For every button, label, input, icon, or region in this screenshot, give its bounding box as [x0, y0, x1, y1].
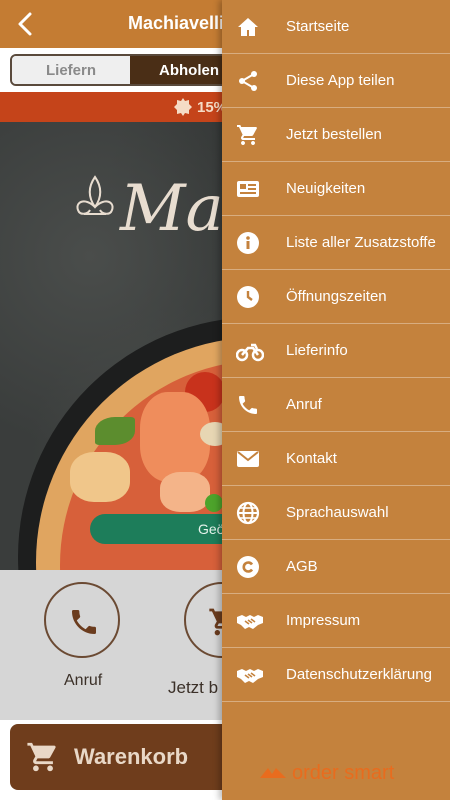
- menu-item-impressum[interactable]: Impressum: [222, 594, 450, 648]
- menu-item-share[interactable]: Diese App teilen: [222, 54, 450, 108]
- clock-icon: [237, 286, 259, 308]
- navigation-drawer: Startseite Diese App teilen Jetzt bestel…: [222, 0, 450, 800]
- brand-text: order smart: [292, 762, 395, 784]
- motorcycle-icon: [236, 343, 264, 362]
- brand-logo: order smart: [258, 762, 394, 785]
- cart-icon: [237, 125, 257, 145]
- info-icon: [237, 232, 259, 254]
- share-icon: [239, 71, 257, 91]
- menu-item-label: AGB: [286, 558, 318, 575]
- menu-item-label: Sprachauswahl: [286, 504, 389, 521]
- menu-item-startseite[interactable]: Startseite: [222, 0, 450, 54]
- menu-item-label: Liste aller Zusatzstoffe: [286, 234, 436, 251]
- menu-item-label: Diese App teilen: [286, 72, 395, 89]
- menu-item-label: Anruf: [286, 396, 322, 413]
- menu-item-language[interactable]: Sprachauswahl: [222, 486, 450, 540]
- copyright-icon: [237, 556, 259, 578]
- menu-item-label: Öffnungszeiten: [286, 288, 387, 305]
- menu-item-label: Kontakt: [286, 450, 337, 467]
- menu-item-privacy[interactable]: Datenschutzerklärung: [222, 648, 450, 702]
- globe-icon: [236, 501, 260, 525]
- order-smart-logo-icon: [260, 767, 286, 778]
- menu-item-label: Neuigkeiten: [286, 180, 366, 197]
- menu-item-label: Impressum: [286, 612, 361, 629]
- menu-item-opening-hours[interactable]: Öffnungszeiten: [222, 270, 450, 324]
- menu-item-label: Jetzt bestellen: [286, 126, 382, 143]
- envelope-icon: [237, 451, 259, 467]
- menu-item-additives[interactable]: Liste aller Zusatzstoffe: [222, 216, 450, 270]
- handshake-icon: [237, 615, 263, 629]
- menu-item-contact[interactable]: Kontakt: [222, 432, 450, 486]
- home-icon: [238, 18, 258, 36]
- menu-item-agb[interactable]: AGB: [222, 540, 450, 594]
- news-icon: [237, 181, 259, 197]
- menu-item-label: Lieferinfo: [286, 342, 348, 359]
- phone-icon: [239, 396, 257, 414]
- menu-item-label: Startseite: [286, 18, 350, 35]
- menu-item-call[interactable]: Anruf: [222, 378, 450, 432]
- handshake-icon: [237, 669, 263, 683]
- menu-item-order[interactable]: Jetzt bestellen: [222, 108, 450, 162]
- menu-item-delivery-info[interactable]: Lieferinfo: [222, 324, 450, 378]
- menu-item-news[interactable]: Neuigkeiten: [222, 162, 450, 216]
- menu-item-label: Datenschutzerklärung: [286, 666, 432, 683]
